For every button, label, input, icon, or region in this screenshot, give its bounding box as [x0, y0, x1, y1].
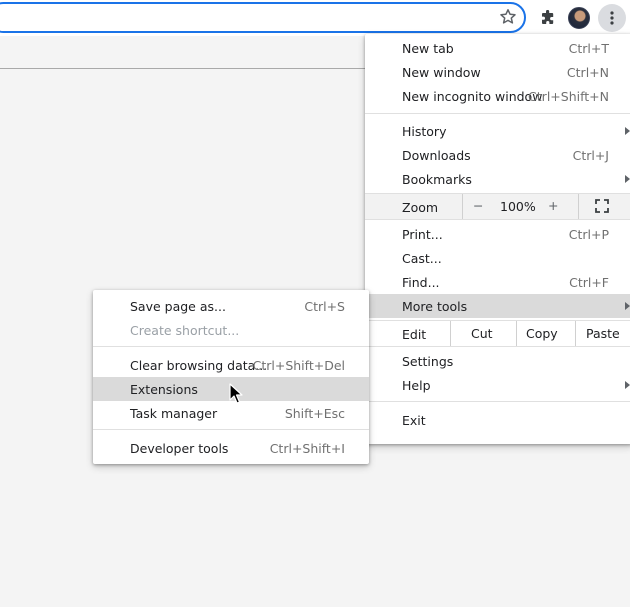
- menu-item-exit[interactable]: Exit: [365, 408, 630, 432]
- menu-item-label: Developer tools: [130, 441, 229, 456]
- more-tools-submenu: Save page as... Ctrl+S Create shortcut..…: [93, 290, 369, 464]
- page-divider: [0, 68, 365, 69]
- menu-item-print[interactable]: Print... Ctrl+P: [365, 222, 630, 246]
- menu-item-new-tab[interactable]: New tab Ctrl+T: [365, 36, 630, 60]
- menu-separator: [365, 219, 630, 220]
- zoom-level: 100%: [500, 199, 536, 214]
- extensions-puzzle-icon: [542, 10, 554, 24]
- menu-item-label: Settings: [402, 354, 454, 369]
- submenu-item-developer-tools[interactable]: Developer tools Ctrl+Shift+I: [93, 436, 369, 460]
- menu-item-cast[interactable]: Cast...: [365, 246, 630, 270]
- menu-item-shortcut: Shift+Esc: [284, 406, 345, 421]
- menu-item-shortcut: Ctrl+S: [304, 299, 345, 314]
- zoom-divider: [462, 194, 463, 219]
- menu-item-label: New tab: [402, 41, 454, 56]
- menu-item-shortcut: Ctrl+Shift+Del: [252, 358, 345, 373]
- menu-item-help[interactable]: Help: [365, 373, 630, 397]
- kebab-menu-icon: [610, 11, 614, 25]
- fullscreen-icon[interactable]: [595, 199, 609, 213]
- menu-item-downloads[interactable]: Downloads Ctrl+J: [365, 143, 630, 167]
- mouse-cursor-icon: [229, 383, 243, 404]
- chrome-menu-button[interactable]: [598, 4, 626, 32]
- menu-item-shortcut: Ctrl+P: [568, 227, 609, 242]
- zoom-row: Zoom − 100% +: [365, 194, 630, 219]
- menu-item-find[interactable]: Find... Ctrl+F: [365, 270, 630, 294]
- menu-item-bookmarks[interactable]: Bookmarks: [365, 167, 630, 191]
- chrome-main-menu: New tab Ctrl+T New window Ctrl+N New inc…: [365, 34, 630, 444]
- zoom-label: Zoom: [402, 200, 439, 215]
- menu-item-shortcut: Ctrl+Shift+I: [269, 441, 345, 456]
- menu-item-history[interactable]: History: [365, 119, 630, 143]
- menu-item-label: Save page as...: [130, 299, 226, 314]
- address-bar[interactable]: [0, 2, 526, 33]
- menu-separator: [365, 346, 630, 347]
- submenu-arrow-icon: [625, 175, 630, 183]
- bookmark-star-icon[interactable]: [498, 7, 518, 27]
- paste-button[interactable]: Paste: [586, 326, 620, 341]
- zoom-divider: [578, 194, 579, 219]
- menu-item-shortcut: Ctrl+T: [568, 41, 609, 56]
- menu-item-label: More tools: [402, 299, 468, 314]
- profile-avatar: [568, 7, 590, 29]
- edit-divider: [450, 321, 451, 346]
- menu-item-shortcut: Ctrl+N: [566, 65, 609, 80]
- menu-separator: [93, 429, 369, 430]
- menu-item-label: Task manager: [130, 406, 218, 421]
- menu-item-label: Clear browsing data...: [130, 358, 268, 373]
- menu-item-label: Find...: [402, 275, 440, 290]
- copy-button[interactable]: Copy: [526, 326, 558, 341]
- menu-item-label: New window: [402, 65, 481, 80]
- submenu-arrow-icon: [625, 381, 630, 389]
- menu-separator: [93, 346, 369, 347]
- menu-item-label: Print...: [402, 227, 443, 242]
- submenu-arrow-icon: [625, 127, 630, 135]
- menu-item-label: Cast...: [402, 251, 442, 266]
- submenu-item-save-page[interactable]: Save page as... Ctrl+S: [93, 294, 369, 318]
- submenu-item-create-shortcut: Create shortcut...: [93, 318, 369, 342]
- menu-separator: [365, 113, 630, 114]
- menu-item-new-incognito-window[interactable]: New incognito window Ctrl+Shift+N: [365, 84, 630, 108]
- profile-button[interactable]: [565, 4, 593, 32]
- edit-divider: [575, 321, 576, 346]
- submenu-item-clear-browsing-data[interactable]: Clear browsing data... Ctrl+Shift+Del: [93, 353, 369, 377]
- menu-item-shortcut: Ctrl+J: [572, 148, 609, 163]
- menu-item-new-window[interactable]: New window Ctrl+N: [365, 60, 630, 84]
- zoom-in-button[interactable]: +: [548, 198, 558, 213]
- menu-item-label: Exit: [402, 413, 426, 428]
- menu-item-label: Create shortcut...: [130, 323, 240, 338]
- zoom-out-button[interactable]: −: [473, 198, 483, 213]
- menu-item-shortcut: Ctrl+Shift+N: [528, 89, 609, 104]
- menu-item-label: Help: [402, 378, 431, 393]
- menu-item-more-tools[interactable]: More tools: [365, 294, 630, 318]
- menu-item-label: Bookmarks: [402, 172, 472, 187]
- menu-item-label: Extensions: [130, 382, 198, 397]
- cut-button[interactable]: Cut: [471, 326, 493, 341]
- menu-item-settings[interactable]: Settings: [365, 349, 630, 373]
- menu-item-shortcut: Ctrl+F: [569, 275, 609, 290]
- submenu-arrow-icon: [625, 302, 630, 310]
- menu-item-label: Downloads: [402, 148, 471, 163]
- menu-separator: [365, 401, 630, 402]
- edit-divider: [516, 321, 517, 346]
- menu-item-label: History: [402, 124, 447, 139]
- edit-label: Edit: [402, 327, 427, 342]
- edit-row: Edit Cut Copy Paste: [365, 321, 630, 346]
- menu-item-label: New incognito window: [402, 89, 543, 104]
- browser-toolbar: [0, 0, 630, 36]
- extensions-button[interactable]: [534, 4, 562, 32]
